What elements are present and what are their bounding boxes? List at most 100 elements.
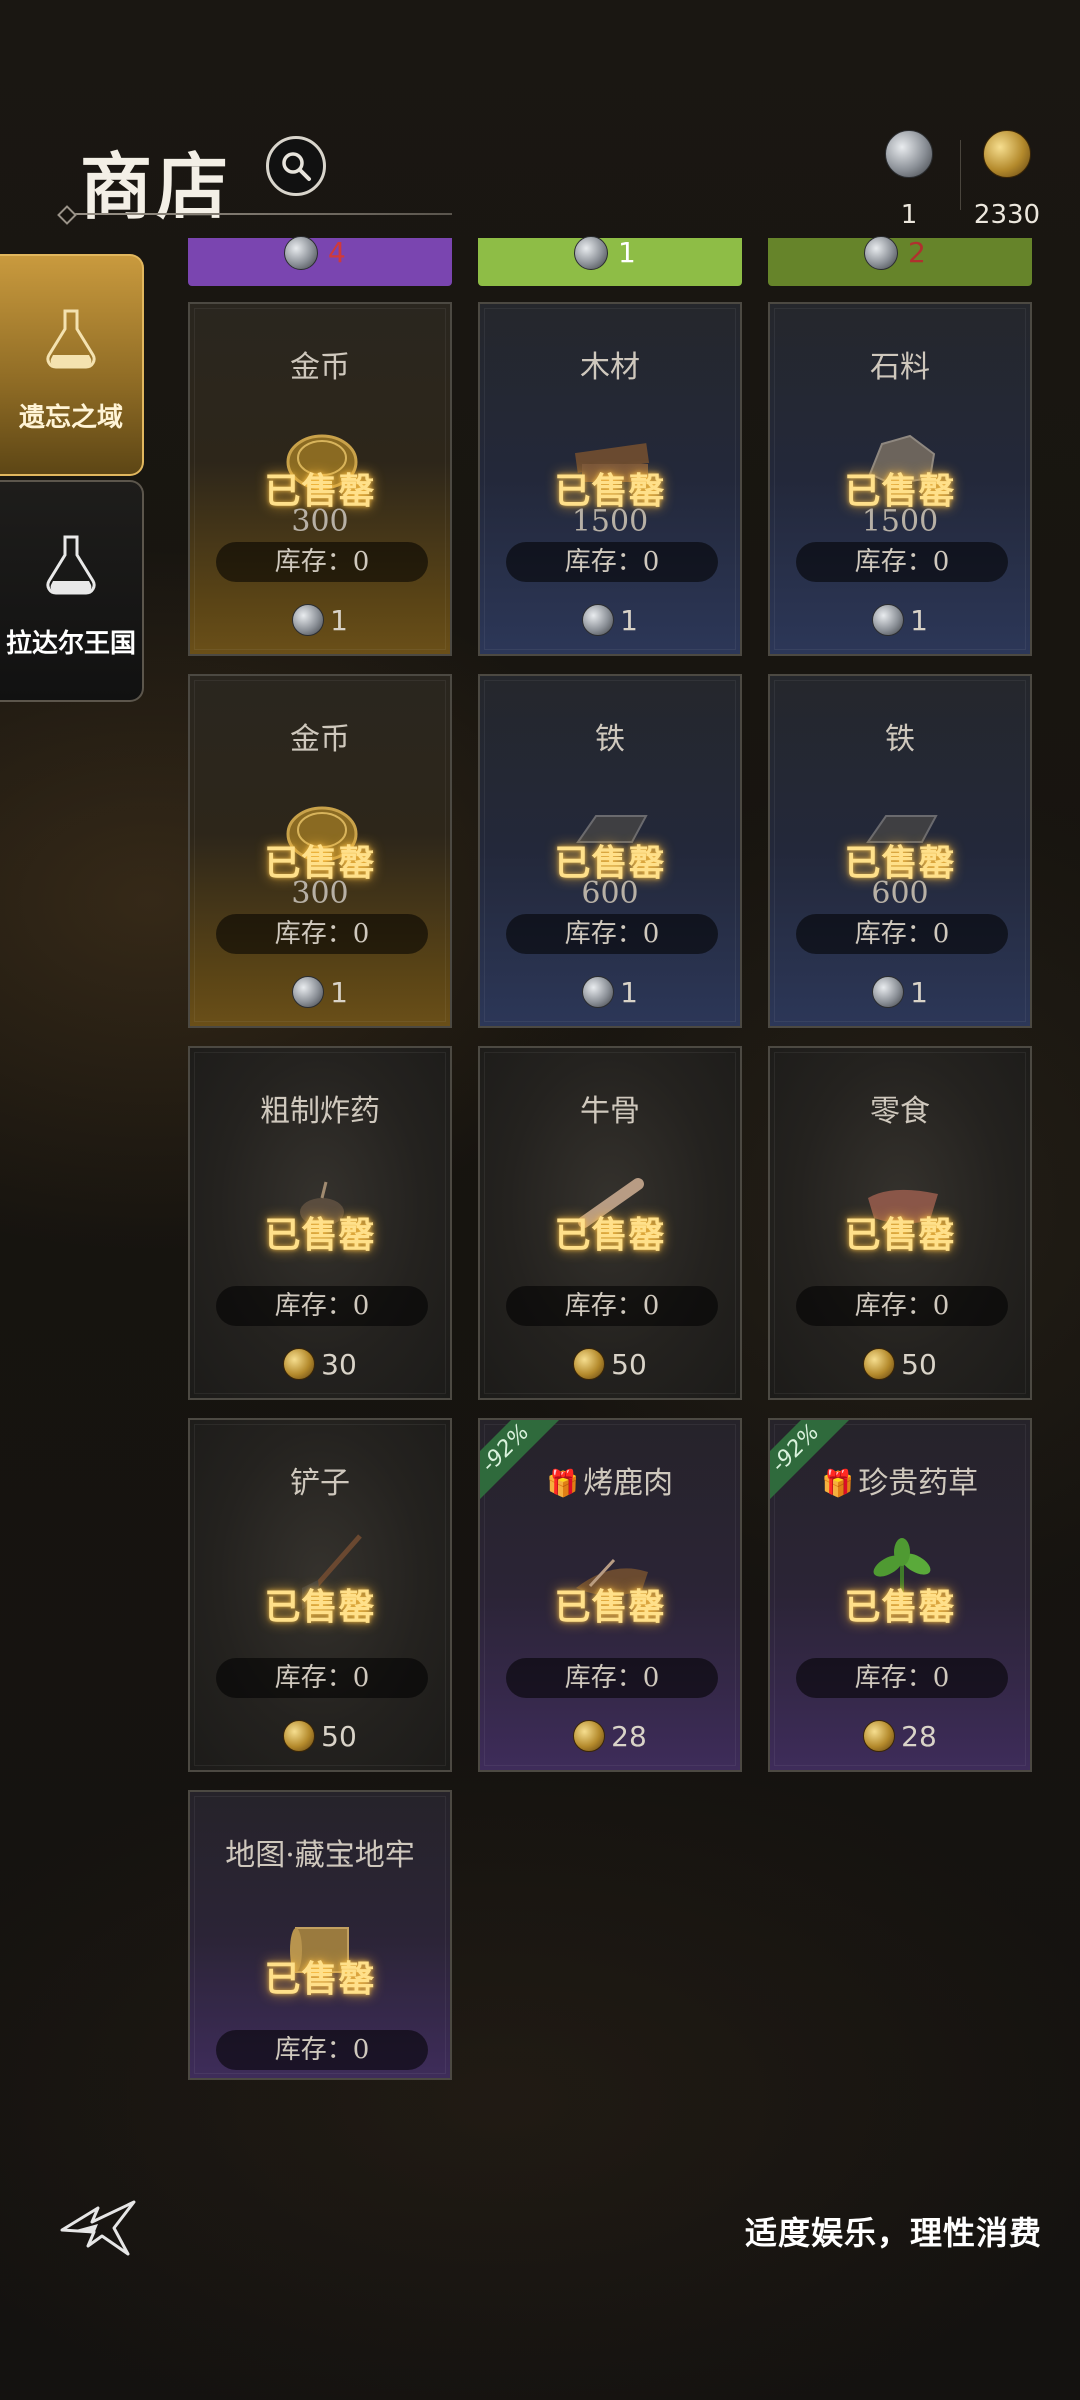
price-value: 1 <box>910 976 928 1009</box>
shop-item-card[interactable]: 铁已售罄 600 库存：0 1 <box>768 674 1032 1028</box>
silver-coin-icon <box>582 604 615 636</box>
stock-label: 库存：0 <box>216 914 428 954</box>
item-price: 1 <box>480 976 740 1009</box>
item-name: 金币 <box>190 714 450 758</box>
stock-label: 库存：0 <box>216 1286 428 1326</box>
shop-item-card[interactable]: 铁已售罄 600 库存：0 1 <box>478 674 742 1028</box>
previous-row-card[interactable]: 1 <box>478 236 742 286</box>
sold-out-label: 已售罄 <box>554 1214 666 1256</box>
price-value: 1 <box>620 976 638 1009</box>
gold-coin-icon <box>863 1720 896 1752</box>
item-name: 地图·藏宝地牢 <box>190 1830 450 1874</box>
item-name: 铁 <box>480 714 740 758</box>
silver-coin-icon <box>872 604 905 636</box>
stock-label: 库存：0 <box>506 1658 718 1698</box>
price-value: 1 <box>330 976 348 1009</box>
item-price: 1 <box>190 604 450 637</box>
flask-icon <box>46 309 96 369</box>
item-name: 金币 <box>190 342 450 386</box>
sold-out-label: 已售罄 <box>844 1214 956 1256</box>
previous-row-card[interactable]: 2 <box>768 236 1032 286</box>
item-name-text: 金币 <box>290 722 350 757</box>
item-price: 1 <box>480 604 740 637</box>
silver-amount: 1 <box>900 200 918 230</box>
shop-item-card[interactable]: 粗制炸药已售罄库存：0 30 <box>188 1046 452 1400</box>
gold-currency[interactable]: 2330 <box>952 130 1062 230</box>
tab-radal-kingdom[interactable]: 拉达尔王国 <box>0 480 144 702</box>
stock-label: 库存：0 <box>506 914 718 954</box>
item-name-text: 零食 <box>870 1094 930 1129</box>
search-button[interactable] <box>266 136 326 196</box>
game-logo-icon[interactable] <box>58 2198 138 2258</box>
stock-label: 库存：0 <box>796 914 1008 954</box>
price-value: 50 <box>901 1348 937 1381</box>
shop-item-card[interactable]: 石料 已售罄 1500 库存：0 1 <box>768 302 1032 656</box>
tab-forgotten-realm[interactable]: 遗忘之域 <box>0 254 144 476</box>
gold-coin-icon <box>983 130 1031 178</box>
item-name-text: 铁 <box>885 722 915 757</box>
item-price: 50 <box>190 1720 450 1753</box>
price-value: 1 <box>330 604 348 637</box>
item-price: 1 <box>190 976 450 1009</box>
shop-item-card[interactable]: 牛骨已售罄库存：0 50 <box>478 1046 742 1400</box>
item-name-text: 石料 <box>870 350 930 385</box>
shop-item-card[interactable]: -92% 🎁 烤鹿肉 已售罄 库存：0 28 <box>478 1418 742 1772</box>
gold-coin-icon <box>573 1348 606 1380</box>
silver-currency[interactable]: 1 <box>854 130 964 230</box>
item-name-text: 粗制炸药 <box>260 1094 380 1129</box>
price-value: 50 <box>611 1348 647 1381</box>
sold-out-label: 已售罄 <box>264 1586 376 1628</box>
stock-label: 库存：0 <box>506 1286 718 1326</box>
silver-coin-icon <box>284 236 318 270</box>
silver-coin-icon <box>574 236 608 270</box>
item-price: 50 <box>770 1348 1030 1381</box>
item-name-text: 金币 <box>290 350 350 385</box>
item-price: 28 <box>480 1720 740 1753</box>
price-value: 2 <box>908 236 926 269</box>
gold-coin-icon <box>283 1720 316 1752</box>
item-name: 零食 <box>770 1086 1030 1130</box>
shop-item-card[interactable]: 木材 已售罄 1500 库存：0 1 <box>478 302 742 656</box>
tab-label: 遗忘之域 <box>18 403 123 433</box>
shop-item-card[interactable]: 铲子 已售罄 库存：0 50 <box>188 1418 452 1772</box>
shop-item-card[interactable]: 金币 已售罄 300 库存：0 1 <box>188 674 452 1028</box>
sold-out-label: 已售罄 <box>264 1214 376 1256</box>
gold-coin-icon <box>863 1348 896 1380</box>
item-name: 木材 <box>480 342 740 386</box>
previous-row-card[interactable]: 4 <box>188 236 452 286</box>
silver-coin-icon <box>292 604 325 636</box>
item-quantity: 300 <box>291 876 349 911</box>
stock-label: 库存：0 <box>796 1286 1008 1326</box>
stock-label: 库存：0 <box>216 2030 428 2070</box>
stock-label: 库存：0 <box>796 1658 1008 1698</box>
item-name-text: 木材 <box>580 350 640 385</box>
price-value: 50 <box>321 1720 357 1753</box>
gift-icon: 🎁 <box>821 1469 855 1499</box>
price-value: 1 <box>910 604 928 637</box>
price-value: 1 <box>620 604 638 637</box>
silver-coin-icon <box>292 976 325 1008</box>
title-divider <box>68 213 452 215</box>
page-title: 商店 <box>80 144 233 229</box>
shop-item-card[interactable]: 零食已售罄库存：0 50 <box>768 1046 1032 1400</box>
stock-label: 库存：0 <box>796 542 1008 582</box>
item-name-text: 牛骨 <box>580 1094 640 1129</box>
tab-label: 拉达尔王国 <box>5 629 136 659</box>
item-name-text: 铁 <box>595 722 625 757</box>
gold-coin-icon <box>283 1348 316 1380</box>
silver-coin-icon <box>582 976 615 1008</box>
shop-item-card[interactable]: 金币 已售罄 300 库存：0 1 <box>188 302 452 656</box>
item-price: 30 <box>190 1348 450 1381</box>
shop-item-card[interactable]: -92% 🎁 珍贵药草 已售罄 库存：0 28 <box>768 1418 1032 1772</box>
gold-amount: 2330 <box>973 200 1041 230</box>
healthy-gaming-notice: 适度娱乐，理性消费 <box>744 2214 1042 2252</box>
item-name: 🎁 烤鹿肉 <box>480 1458 740 1502</box>
shop-item-card[interactable]: 地图·藏宝地牢 已售罄 库存：0 <box>188 1790 452 2080</box>
gold-coin-icon <box>573 1720 606 1752</box>
sold-out-label: 已售罄 <box>844 1586 956 1628</box>
price-value: 1 <box>618 236 636 269</box>
silver-coin-icon <box>885 130 933 178</box>
item-quantity: 1500 <box>861 504 939 539</box>
stock-label: 库存：0 <box>216 542 428 582</box>
stock-label: 库存：0 <box>506 542 718 582</box>
